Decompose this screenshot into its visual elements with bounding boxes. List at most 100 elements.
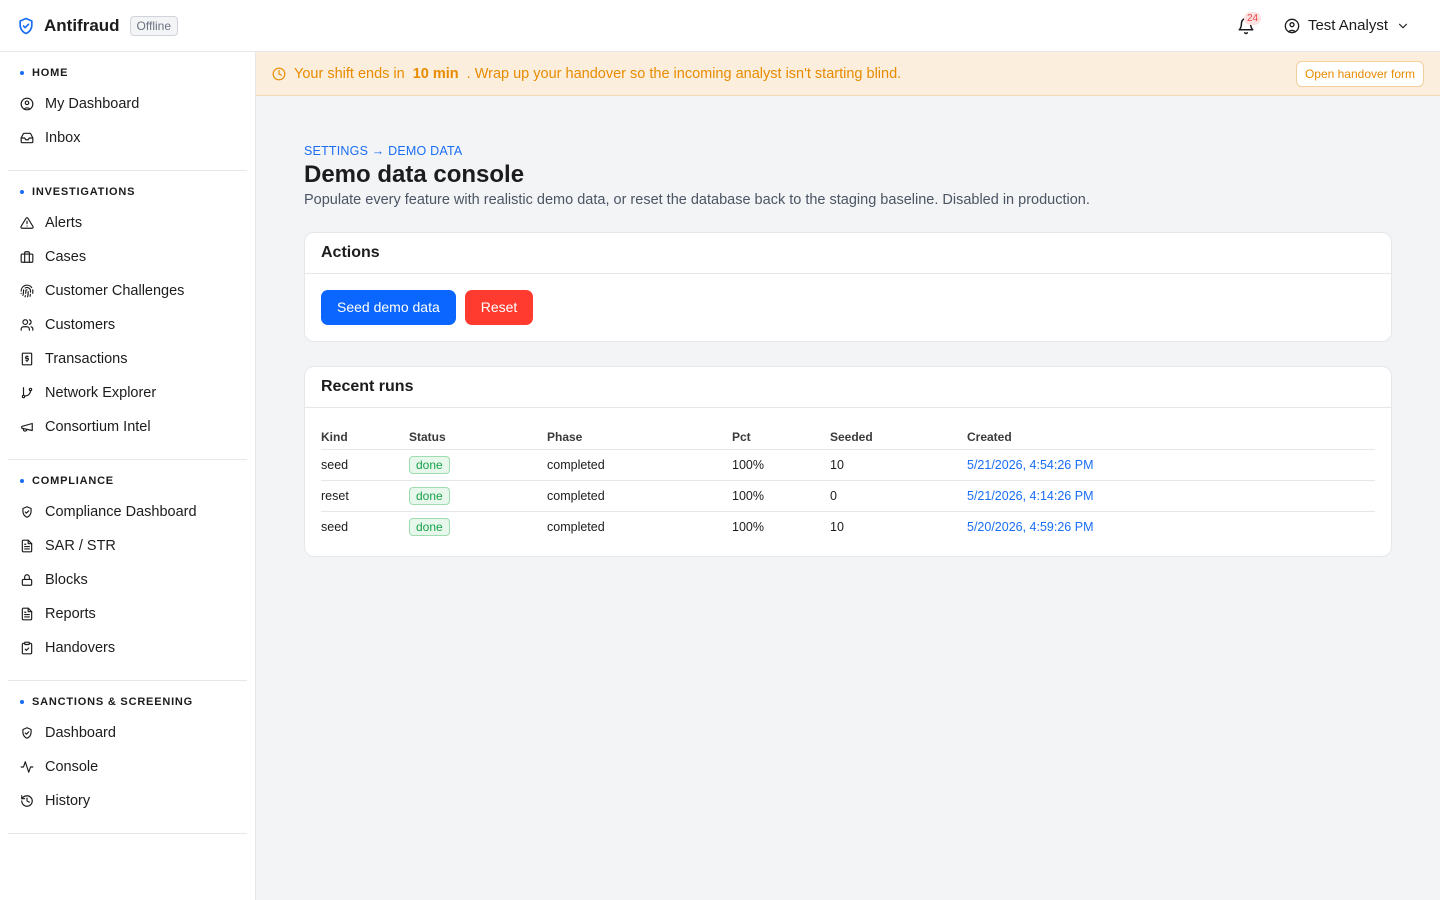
sidebar-item-label: Console <box>45 759 99 775</box>
nav-section-sanctions-and-screening: SANCTIONS & SCREENING Dashboard Console His… <box>8 681 247 834</box>
phase-value: completed <box>547 489 605 503</box>
sidebar-item-sanctions-and-screening-console[interactable]: Console <box>8 750 247 784</box>
nav-section-label: COMPLIANCE <box>32 475 114 487</box>
breadcrumb: SETTINGS → DEMO DATA <box>304 144 463 158</box>
section-dot <box>20 190 24 194</box>
top-bar: Antifraud Offline 24 Test Analyst <box>0 0 1440 52</box>
nav-section-title: INVESTIGATIONS <box>8 184 247 206</box>
sidebar-item-label: Network Explorer <box>45 385 157 401</box>
notifications-button[interactable]: 24 <box>1228 8 1264 44</box>
brand[interactable]: Antifraud Offline <box>16 15 179 36</box>
sidebar-item-compliance-blocks[interactable]: Blocks <box>8 563 247 597</box>
recent-runs-table: Kind Status Phase Pct Seeded Created see… <box>321 426 1375 542</box>
column-header-kind: Kind <box>321 426 409 450</box>
nav-section-label: HOME <box>32 67 69 79</box>
cell-created: 5/21/2026, 4:54:26 PM <box>967 449 1375 481</box>
banner-text-prefix: Your shift ends in <box>294 65 405 82</box>
seed-demo-data-button[interactable]: Seed demo data <box>321 290 456 325</box>
clipboard-check-icon <box>20 641 34 655</box>
megaphone-icon <box>20 420 34 434</box>
column-header-seeded: Seeded <box>830 426 967 450</box>
column-header-phase: Phase <box>547 426 732 450</box>
sidebar-item-investigations-cases[interactable]: Cases <box>8 240 247 274</box>
recent-runs-card-title: Recent runs <box>305 367 1391 408</box>
user-name: Test Analyst <box>1307 17 1388 34</box>
shield-check-icon <box>20 726 34 740</box>
sidebar-item-investigations-transactions[interactable]: Transactions <box>8 342 247 376</box>
banner-text-suffix: . Wrap up your handover so the incoming … <box>466 65 902 82</box>
sidebar-item-label: Blocks <box>45 572 88 588</box>
section-dot <box>20 71 24 75</box>
actions-card: Actions Seed demo data Reset <box>304 232 1392 342</box>
section-dot <box>20 700 24 704</box>
sidebar-item-investigations-consortium-intel[interactable]: Consortium Intel <box>8 410 247 444</box>
cell-status: done <box>409 512 547 543</box>
cell-created: 5/20/2026, 4:59:26 PM <box>967 512 1375 543</box>
sidebar-item-label: Customers <box>45 317 116 333</box>
git-branch-icon <box>20 386 34 400</box>
sidebar-item-investigations-customers[interactable]: Customers <box>8 308 247 342</box>
sidebar-item-label: Reports <box>45 606 96 622</box>
banner-time-remaining: 10 min <box>412 65 459 82</box>
sidebar-item-compliance-compliance-dashboard[interactable]: Compliance Dashboard <box>8 495 247 529</box>
sidebar-item-label: Transactions <box>45 351 128 367</box>
sidebar-item-sanctions-and-screening-history[interactable]: History <box>8 784 247 818</box>
nav-section-label: INVESTIGATIONS <box>32 186 136 198</box>
status-badge: done <box>409 518 450 536</box>
sidebar-item-investigations-alerts[interactable]: Alerts <box>8 206 247 240</box>
table-row: reset done completed 100% 0 5/21/2026, 4:14:2… <box>321 480 1375 512</box>
section-dot <box>20 479 24 483</box>
lock-icon <box>20 573 34 587</box>
sidebar-item-label: SAR / STR <box>45 538 116 554</box>
page-description: Populate every feature with realistic de… <box>304 192 1090 208</box>
shield-check-icon <box>20 505 34 519</box>
status-badge: done <box>409 456 450 474</box>
cell-phase: completed <box>547 480 732 512</box>
nav-section-compliance: COMPLIANCE Compliance Dashboard SAR / STR B… <box>8 460 247 681</box>
cell-pct: 100% <box>732 449 830 481</box>
cell-phase: completed <box>547 512 732 543</box>
cell-seeded: 10 <box>830 449 967 481</box>
notification-count-badge: 24 <box>1243 11 1262 25</box>
alert-triangle-icon <box>20 216 34 230</box>
cell-pct: 100% <box>732 512 830 543</box>
kind-value: seed <box>321 520 349 534</box>
created-timestamp-link[interactable]: 5/20/2026, 4:59:26 PM <box>967 520 1093 534</box>
sidebar-item-label: Consortium Intel <box>45 419 151 435</box>
sidebar-item-label: Customer Challenges <box>45 283 185 299</box>
column-header-created: Created <box>967 426 1375 450</box>
column-header-status: Status <box>409 426 547 450</box>
nav-section-label: SANCTIONS & SCREENING <box>32 696 194 708</box>
created-timestamp-link[interactable]: 5/21/2026, 4:14:26 PM <box>967 489 1093 503</box>
sidebar-item-label: My Dashboard <box>45 96 140 112</box>
shift-warning-banner: Your shift ends in 10 min . Wrap up your… <box>256 52 1440 96</box>
cell-kind: reset <box>321 480 409 512</box>
user-menu[interactable]: Test Analyst <box>1284 17 1410 34</box>
cell-phase: completed <box>547 449 732 481</box>
recent-runs-card: Recent runs Kind Status Phase Pct Seeded <box>304 366 1392 557</box>
sidebar-item-investigations-customer-challenges[interactable]: Customer Challenges <box>8 274 247 308</box>
kind-value: reset <box>321 489 349 503</box>
cell-created: 5/21/2026, 4:14:26 PM <box>967 480 1375 512</box>
sidebar-item-compliance-sar-str[interactable]: SAR / STR <box>8 529 247 563</box>
cell-pct: 100% <box>732 480 830 512</box>
actions-card-title: Actions <box>305 233 1391 274</box>
sidebar-item-compliance-handovers[interactable]: Handovers <box>8 631 247 665</box>
sidebar: HOME My Dashboard Inbox INVESTIGATIONS Alert… <box>0 52 256 900</box>
sidebar-item-label: Compliance Dashboard <box>45 504 197 520</box>
inbox-icon <box>20 131 34 145</box>
seeded-value: 10 <box>830 520 844 534</box>
receipt-icon <box>20 352 34 366</box>
created-timestamp-link[interactable]: 5/21/2026, 4:54:26 PM <box>967 458 1093 472</box>
sidebar-item-investigations-network-explorer[interactable]: Network Explorer <box>8 376 247 410</box>
sidebar-item-home-my-dashboard[interactable]: My Dashboard <box>8 87 247 121</box>
cell-kind: seed <box>321 449 409 481</box>
sidebar-item-home-inbox[interactable]: Inbox <box>8 121 247 155</box>
sidebar-item-compliance-reports[interactable]: Reports <box>8 597 247 631</box>
fingerprint-icon <box>20 284 34 298</box>
sidebar-item-sanctions-and-screening-dashboard[interactable]: Dashboard <box>8 716 247 750</box>
nav-section-investigations: INVESTIGATIONS Alerts Cases Customer Challe… <box>8 171 247 460</box>
open-handover-form-button[interactable]: Open handover form <box>1295 60 1424 87</box>
reset-button[interactable]: Reset <box>464 290 534 325</box>
history-icon <box>20 794 34 808</box>
